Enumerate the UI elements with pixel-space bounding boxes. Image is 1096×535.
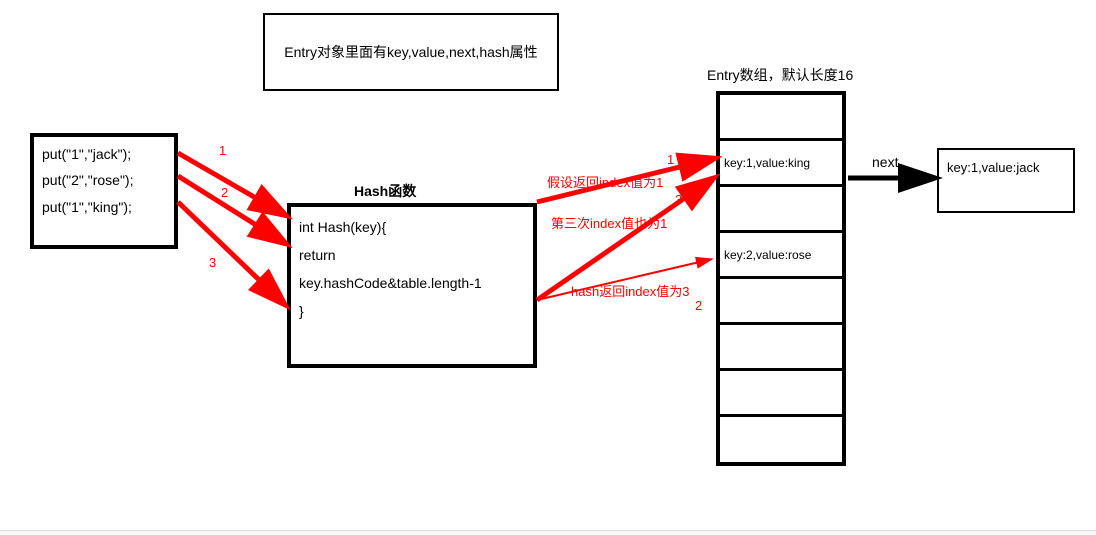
hash-function-box: int Hash(key){ return key.hashCode&table… [287, 203, 537, 368]
hash-function-label: Hash函数 [354, 181, 416, 201]
hash-code-line1: int Hash(key){ [299, 213, 525, 241]
next-label: next [872, 154, 898, 170]
array-cell-1: key:1,value:king [720, 141, 842, 187]
right-arrow-1-label: 1 [667, 152, 674, 167]
arrow-put2-to-hash [178, 176, 280, 240]
right-arrow-2-label: 2 [695, 298, 702, 313]
array-cell-0 [720, 95, 842, 141]
array-cell-2 [720, 187, 842, 233]
right-arrow-3-label: 3 [675, 192, 682, 207]
left-arrow-1-label: 1 [219, 143, 226, 158]
annotation-third: 第三次index值也为1 [551, 213, 667, 232]
array-cell-5 [720, 325, 842, 371]
array-cell-7 [720, 417, 842, 463]
linked-node-text: key:1,value:jack [947, 160, 1040, 175]
array-cell-3: key:2,value:rose [720, 233, 842, 279]
entry-array-box: key:1,value:king key:2,value:rose [716, 91, 846, 466]
annotation-index1: 假设返回index值为1 [547, 172, 663, 191]
arrow-put1-to-hash [178, 153, 280, 212]
put-call-1: put("1","jack"); [42, 143, 166, 165]
put-call-2: put("2","rose"); [42, 169, 166, 191]
linked-node-box: key:1,value:jack [937, 148, 1075, 213]
hash-code-line3: key.hashCode&table.length-1 [299, 269, 525, 297]
annotation-index3: hash返回index值为3 [571, 281, 690, 300]
hash-code-line2: return [299, 241, 525, 269]
entry-array-label: Entry数组，默认长度16 [707, 65, 853, 85]
left-arrow-2-label: 2 [221, 185, 228, 200]
entry-title-box: Entry对象里面有key,value,next,hash属性 [263, 13, 559, 91]
array-cell-6 [720, 371, 842, 417]
entry-title-text: Entry对象里面有key,value,next,hash属性 [284, 42, 537, 62]
array-cell-4 [720, 279, 842, 325]
page-crease [0, 530, 1096, 535]
arrow-put3-to-hash [178, 202, 280, 300]
left-arrow-3-label: 3 [209, 255, 216, 270]
hash-code-line4: } [299, 297, 525, 325]
put-call-3: put("1","king"); [42, 196, 166, 218]
put-calls-box: put("1","jack"); put("2","rose"); put("1… [30, 133, 178, 249]
